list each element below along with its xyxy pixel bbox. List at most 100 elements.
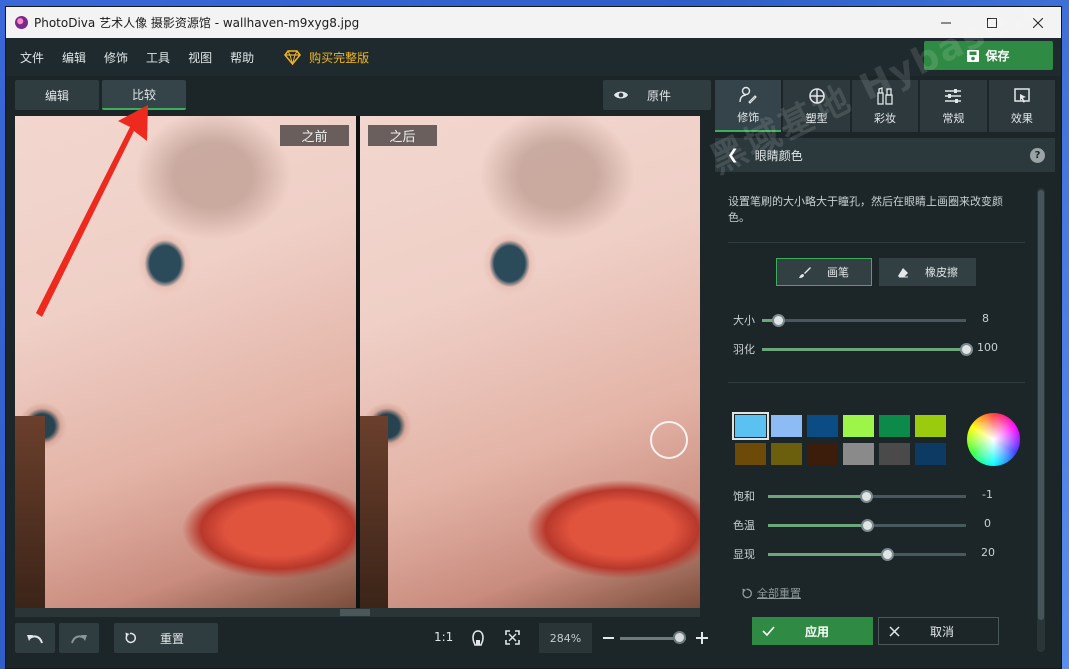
vertical-scrollbar[interactable]: [700, 116, 708, 608]
eraser-icon: [898, 267, 908, 277]
menu-file[interactable]: 文件: [20, 49, 44, 66]
saturation-value: -1: [982, 488, 993, 501]
person-silhouette-icon[interactable]: [471, 630, 485, 646]
help-icon[interactable]: ?: [1030, 148, 1045, 163]
size-value: 8: [982, 312, 989, 325]
cancel-button[interactable]: 取消: [878, 617, 999, 645]
color-swatch[interactable]: [770, 414, 803, 438]
effects-icon: [1014, 87, 1030, 103]
close-icon: [889, 625, 900, 637]
menu-view[interactable]: 视图: [188, 49, 212, 66]
reset-icon: [125, 632, 136, 644]
saturation-label: 饱和: [733, 490, 755, 503]
canvas-bottom-toolbar: 重置 1:1 284%: [15, 623, 715, 653]
size-slider[interactable]: 大小 8: [728, 312, 1028, 328]
reset-all-link[interactable]: 全部重置: [741, 585, 801, 601]
color-swatch[interactable]: [914, 414, 947, 438]
zoom-in-icon[interactable]: [696, 632, 708, 644]
slider-fill: [768, 524, 867, 527]
color-wheel-picker[interactable]: [967, 413, 1020, 466]
buy-full-version-link[interactable]: 购买完整版: [284, 49, 369, 66]
after-photo: 之后: [360, 116, 700, 608]
compare-view[interactable]: 之前 之后: [15, 116, 700, 608]
color-swatch[interactable]: [878, 414, 911, 438]
menu-retouch[interactable]: 修饰: [104, 49, 128, 66]
menu-edit[interactable]: 编辑: [62, 49, 86, 66]
app-window: PhotoDiva 艺术人像 摄影资源馆 - wallhaven-m9xyg8.…: [5, 6, 1062, 669]
reset-icon: [742, 587, 752, 598]
slider-knob[interactable]: [860, 490, 873, 503]
color-swatch[interactable]: [732, 412, 769, 440]
color-swatch[interactable]: [914, 442, 947, 466]
tab-general-label: 常规: [942, 111, 965, 125]
color-swatch[interactable]: [806, 414, 839, 438]
feather-value: 100: [977, 341, 998, 354]
temperature-label: 色温: [733, 519, 755, 532]
brush-cursor: [650, 421, 688, 459]
eye-icon: [614, 91, 628, 99]
apply-button[interactable]: 应用: [752, 617, 873, 645]
fit-screen-icon[interactable]: [505, 630, 520, 645]
slider-track[interactable]: [762, 319, 966, 322]
color-swatch[interactable]: [734, 442, 767, 466]
reset-label: 重置: [160, 631, 185, 646]
panel-scrollbar-thumb[interactable]: [1038, 190, 1044, 620]
zoom-slider-thumb[interactable]: [673, 631, 686, 644]
reveal-slider[interactable]: 显现 20: [728, 546, 1028, 562]
menu-tools[interactable]: 工具: [146, 49, 170, 66]
saturation-slider[interactable]: 饱和 -1: [728, 488, 1028, 504]
panel-scrollbar[interactable]: [1037, 188, 1045, 652]
slider-knob[interactable]: [960, 343, 973, 356]
slider-knob[interactable]: [772, 314, 785, 327]
size-label: 大小: [733, 314, 755, 327]
sliders-icon: [945, 88, 962, 103]
show-original-button[interactable]: 原件: [603, 80, 711, 110]
temperature-slider[interactable]: 色温 0: [728, 517, 1028, 533]
before-photo: 之前: [15, 116, 356, 608]
slider-fill: [762, 348, 966, 351]
feather-slider[interactable]: 羽化 100: [728, 341, 1028, 357]
reset-button[interactable]: 重置: [114, 623, 218, 653]
horizontal-scrollbar[interactable]: [15, 608, 700, 617]
before-label: 之前: [280, 125, 349, 146]
window-title: PhotoDiva 艺术人像 摄影资源馆 - wallhaven-m9xyg8.…: [34, 16, 360, 30]
slider-fill: [768, 495, 866, 498]
eraser-tool-button[interactable]: 橡皮擦: [879, 258, 976, 286]
tab-general[interactable]: 常规: [920, 80, 987, 132]
menu-help[interactable]: 帮助: [230, 49, 254, 66]
slider-knob[interactable]: [881, 548, 894, 561]
undo-button[interactable]: [15, 623, 55, 653]
tab-effects[interactable]: 效果: [988, 80, 1056, 132]
hair-region: [15, 416, 45, 608]
zoom-level-field[interactable]: 284%: [539, 623, 592, 653]
instructions-text: 设置笔刷的大小略大于瞳孔，然后在眼睛上画圈来改变颜色。: [728, 195, 1003, 224]
photodiva-logo-icon: [15, 16, 28, 29]
color-swatch[interactable]: [878, 442, 911, 466]
tab-effects-label: 效果: [1010, 111, 1033, 125]
divider: [728, 242, 1025, 243]
reset-all-label: 全部重置: [757, 587, 801, 600]
brush-icon: [799, 267, 811, 278]
slider-knob[interactable]: [861, 519, 874, 532]
right-panel: 修饰 塑型 彩妆 常规 效果 ❮ 眼睛颜色 ? 设置笔刷的大小略大于瞳孔，然后在…: [715, 80, 1056, 656]
divider: [728, 382, 1025, 383]
color-swatch[interactable]: [806, 442, 839, 466]
reveal-value: 20: [981, 546, 995, 559]
zoom-out-icon[interactable]: [603, 637, 614, 640]
apply-label: 应用: [805, 624, 830, 639]
redo-button[interactable]: [59, 623, 99, 653]
brush-tool-button[interactable]: 画笔: [776, 258, 872, 286]
color-swatch[interactable]: [842, 442, 875, 466]
color-swatch[interactable]: [842, 414, 875, 438]
horizontal-scrollbar-thumb[interactable]: [340, 609, 370, 616]
title-bar: PhotoDiva 艺术人像 摄影资源馆 - wallhaven-m9xyg8.…: [6, 7, 1061, 38]
reveal-label: 显现: [733, 548, 755, 561]
undo-icon: [27, 635, 43, 644]
color-swatch[interactable]: [770, 442, 803, 466]
tab-compare[interactable]: 比较: [102, 80, 186, 110]
eraser-label: 橡皮擦: [925, 266, 958, 279]
tab-edit[interactable]: 编辑: [15, 80, 99, 110]
actual-size-button[interactable]: 1:1: [434, 630, 453, 644]
redo-icon: [71, 635, 87, 644]
original-label: 原件: [647, 88, 672, 103]
